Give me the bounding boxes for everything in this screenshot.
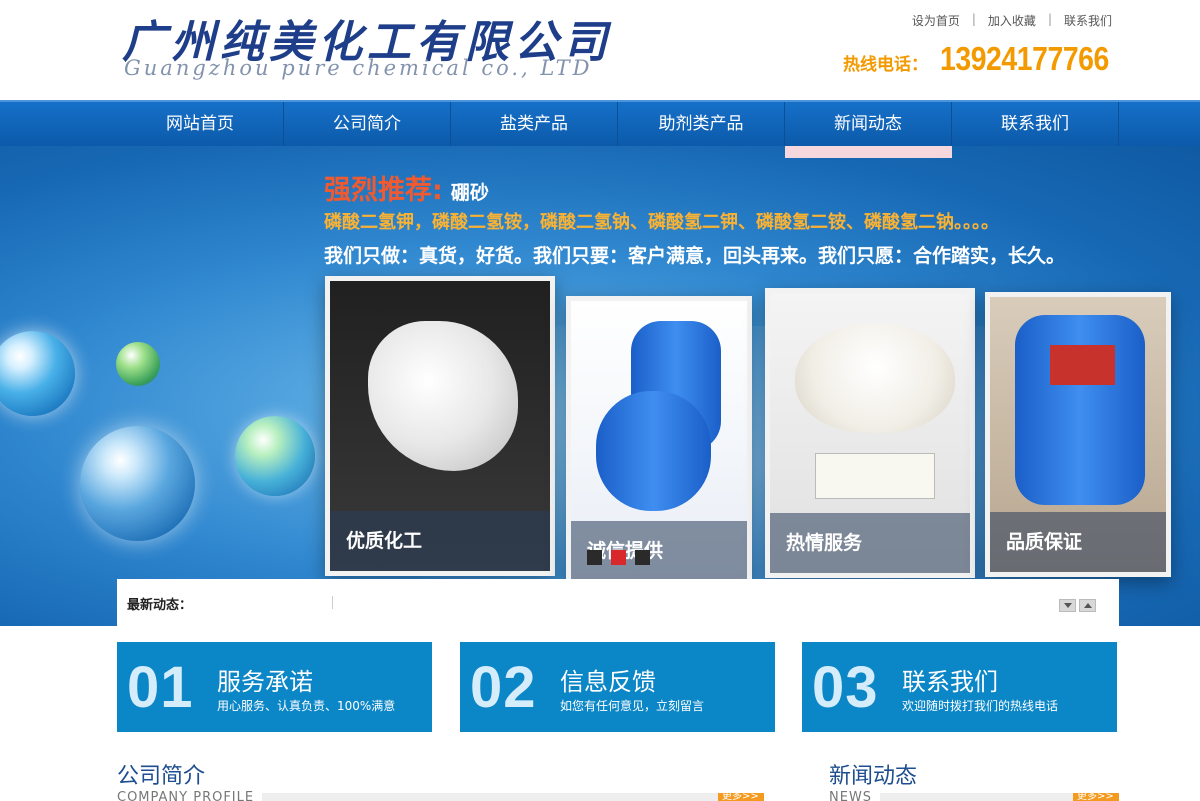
powder-image — [795, 323, 955, 433]
about-more-link[interactable]: 更多>> — [718, 793, 764, 801]
hotline-number: 13924177766 — [940, 40, 1109, 77]
barrel-image — [596, 391, 711, 511]
service-title: 联系我们 — [902, 668, 998, 696]
barrel-label — [1050, 345, 1115, 385]
banner-recommend: 强烈推荐: 硼砂 — [324, 168, 489, 207]
about-section-subtitle: COMPANY PROFILE — [117, 790, 255, 801]
globe-icon — [235, 416, 315, 496]
slider-dot-active[interactable] — [611, 550, 626, 565]
about-section-divider — [262, 793, 718, 801]
contact-us-link[interactable]: 联系我们 — [1064, 12, 1112, 29]
ticker-label: 最新动态： — [127, 598, 193, 613]
service-box-feedback[interactable]: 02 信息反馈 如您有任何意见，立刻留言 — [460, 642, 775, 732]
nav-item-additive-products[interactable]: 助剂类产品 — [618, 102, 785, 146]
recommend-value: 硼砂 — [450, 182, 489, 204]
main-nav: 网站首页 公司简介 盐类产品 助剂类产品 新闻动态 联系我们 — [0, 100, 1200, 146]
service-number: 03 — [812, 655, 879, 720]
header: 广州纯美化工有限公司 Guangzhou pure chemical co., … — [0, 0, 1200, 100]
panel-caption: 热情服务 — [770, 513, 970, 573]
barrel-image — [1015, 315, 1145, 505]
news-section-title: 新闻动态 — [829, 764, 918, 789]
news-more-link[interactable]: 更多>> — [1073, 793, 1119, 801]
globe-icon — [116, 342, 160, 386]
panel-caption: 优质化工 — [330, 511, 550, 571]
service-subtitle: 欢迎随时拨打我们的热线电话 — [902, 699, 1059, 713]
arrow-up-icon — [1083, 603, 1092, 608]
ticker-up-button[interactable] — [1079, 599, 1096, 612]
nav-item-salt-products[interactable]: 盐类产品 — [451, 102, 618, 146]
bag-label-image — [815, 453, 935, 499]
globe-icon — [0, 331, 75, 416]
service-number: 01 — [127, 655, 194, 720]
globe-icon — [80, 426, 195, 541]
service-number: 02 — [470, 655, 537, 720]
news-section-divider — [880, 793, 1073, 801]
service-subtitle: 用心服务、认真负责、100%满意 — [217, 699, 396, 713]
service-title: 服务承诺 — [217, 668, 313, 696]
nav-item-news[interactable]: 新闻动态 — [785, 102, 952, 146]
about-section-title: 公司简介 — [117, 764, 206, 789]
service-title: 信息反馈 — [560, 668, 656, 696]
slider-dot[interactable] — [587, 550, 602, 565]
nav-item-home[interactable]: 网站首页 — [117, 102, 284, 146]
nav-items: 网站首页 公司简介 盐类产品 助剂类产品 新闻动态 联系我们 — [117, 102, 1119, 146]
top-links: 设为首页 | 加入收藏 | 联系我们 — [912, 12, 1112, 29]
product-panel-quality: 品质保证 — [985, 292, 1171, 577]
nav-item-about[interactable]: 公司简介 — [284, 102, 451, 146]
panel-caption: 品质保证 — [990, 512, 1166, 572]
service-box-promise[interactable]: 01 服务承诺 用心服务、认真负责、100%满意 — [117, 642, 432, 732]
news-ticker: 最新动态： — [117, 579, 1119, 626]
news-dropdown-menu[interactable] — [785, 146, 952, 158]
slider-dots — [587, 550, 650, 565]
separator: | — [971, 12, 976, 26]
banner-slogan-line: 我们只做：真货，好货。我们只要：客户满意，回头再来。我们只愿：合作踏实，长久。 — [324, 245, 1066, 267]
logo-english[interactable]: Guangzhou pure chemical co., LTD — [124, 56, 592, 80]
arrow-down-icon — [1063, 603, 1072, 608]
service-subtitle: 如您有任何意见，立刻留言 — [560, 699, 705, 713]
ticker-down-button[interactable] — [1059, 599, 1076, 612]
set-homepage-link[interactable]: 设为首页 — [912, 12, 960, 29]
hotline-label: 热线电话： — [843, 55, 928, 75]
page: 广州纯美化工有限公司 Guangzhou pure chemical co., … — [0, 0, 1200, 801]
banner-products-line: 磷酸二氢钾，磷酸二氢铵，磷酸二氢钠、磷酸氢二钾、磷酸氢二铵、磷酸氢二钠。。。。 — [324, 212, 999, 233]
slider-dot[interactable] — [635, 550, 650, 565]
product-panel-integrity: 诚信提供 — [566, 296, 752, 586]
nav-item-contact[interactable]: 联系我们 — [952, 102, 1119, 146]
product-panel-chemical: 优质化工 — [325, 276, 555, 576]
add-favorite-link[interactable]: 加入收藏 — [988, 12, 1036, 29]
hotline: 热线电话： 13924177766 — [843, 40, 1136, 78]
separator: | — [1047, 12, 1052, 26]
service-box-contact[interactable]: 03 联系我们 欢迎随时拨打我们的热线电话 — [802, 642, 1117, 732]
hero-banner[interactable]: 强烈推荐: 硼砂 磷酸二氢钾，磷酸二氢铵，磷酸二氢钠、磷酸氢二钾、磷酸氢二铵、磷酸… — [0, 146, 1200, 626]
ticker-divider — [332, 596, 333, 609]
product-panel-service: 热情服务 — [765, 288, 975, 578]
crystal-image — [368, 321, 518, 471]
news-section-subtitle: NEWS — [829, 790, 873, 801]
recommend-label: 强烈推荐: — [324, 175, 443, 206]
